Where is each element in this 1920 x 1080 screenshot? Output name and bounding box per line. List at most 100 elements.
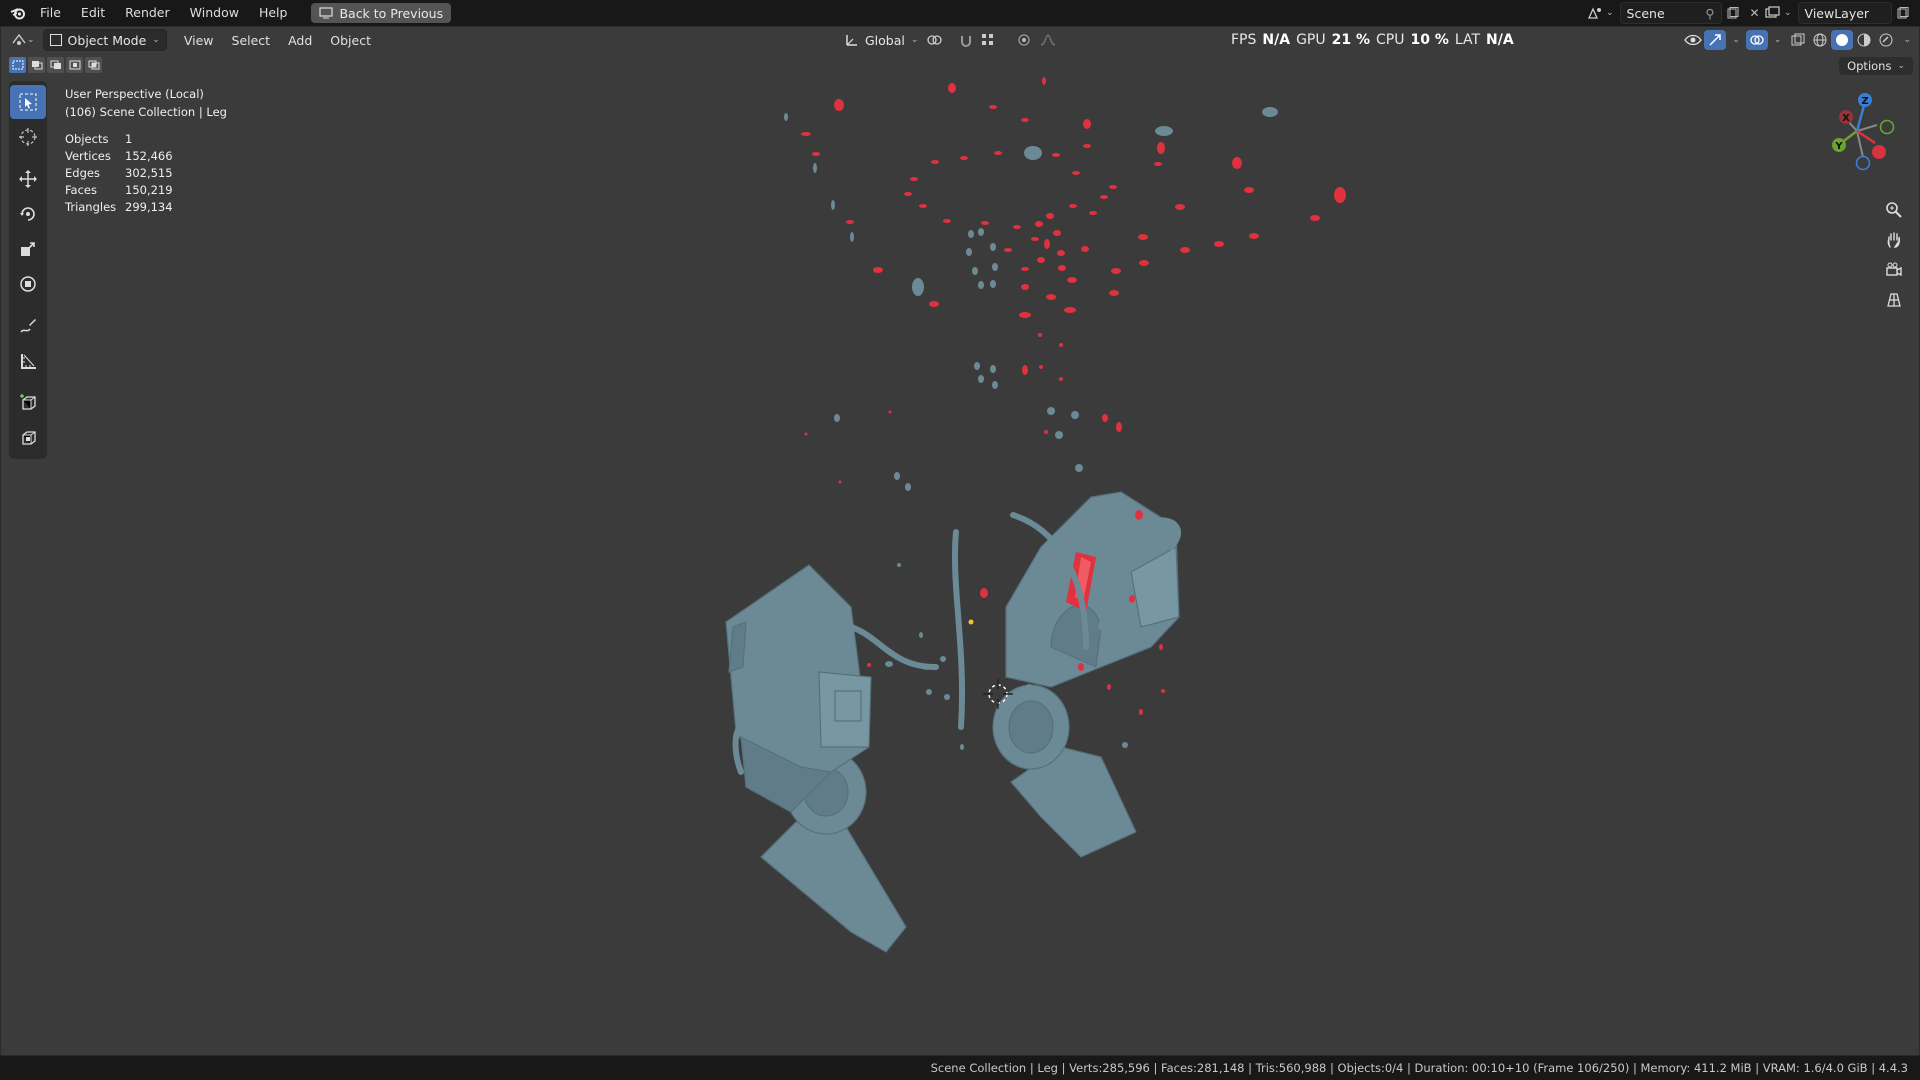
snap-grid-icon[interactable] [977,30,999,50]
scene-statistics: Objects 1 Vertices 152,466 Edges 302,515 Fa… [65,131,227,216]
selection-mode-buttons [9,57,102,73]
scene-name-field[interactable]: Scene ⚲ [1619,2,1722,24]
cpu-label: CPU [1376,32,1405,48]
lat-value: N/A [1486,32,1514,48]
new-view-layer-icon[interactable] [1892,3,1914,23]
menu-window[interactable]: Window [180,0,249,26]
menu-add[interactable]: Add [279,33,321,48]
view-name: User Perspective (Local) [65,87,204,101]
gizmo-toggle-icon[interactable] [1704,30,1727,50]
fps-value: N/A [1262,32,1291,48]
back-to-previous-button[interactable]: Back to Previous [311,3,452,23]
transform-tool-icon[interactable] [10,267,46,301]
options-dropdown[interactable]: Options ⌄ [1839,57,1913,75]
move-tool-icon[interactable] [10,162,46,196]
object-mode-dropdown[interactable]: Object Mode ⌄ [42,29,167,51]
rotate-tool-icon[interactable] [10,197,46,231]
stat-row: Objects 1 [65,131,227,148]
scene-name: Scene [1626,5,1665,21]
lat-label: LAT [1454,32,1481,48]
material-shading-icon[interactable] [1853,30,1875,50]
measure-tool-icon[interactable] [10,344,46,378]
xray-icon[interactable] [1787,30,1809,50]
chevron-down-icon: ⌄ [1784,8,1792,18]
menu-object[interactable]: Object [321,33,380,48]
solid-shading-icon[interactable] [1831,30,1854,50]
snap-toggle-icon[interactable] [955,30,977,50]
object-mode-label: Object Mode [67,32,147,48]
object-origin [968,619,974,625]
tool-shelf [9,81,47,459]
menu-select[interactable]: Select [223,33,280,48]
stat-value: 1 [125,132,133,146]
viewport-scene [725,77,1346,953]
menu-help[interactable]: Help [249,0,298,26]
viewport-header-right: ⌄ ⌄ ⌄ [1682,27,1919,53]
gizmo-y-label: Y [1834,141,1843,152]
chevron-down-icon: ⌄ [1732,35,1740,45]
add-cube-tool-icon[interactable] [10,386,46,420]
scene-icon[interactable] [1584,3,1606,23]
menu-file[interactable]: File [30,0,71,26]
chevron-down-icon: ⌄ [1606,8,1614,18]
zoom-icon[interactable] [1881,197,1907,223]
select-subtract-icon[interactable] [47,57,64,73]
transform-orientation-dropdown[interactable]: Global ⌄ [839,30,924,50]
3d-viewport[interactable]: ⌄ Object Mode ⌄ View Select Add Object G… [0,26,1920,1056]
select-new-icon[interactable] [9,57,26,73]
chevron-down-icon: ⌄ [910,35,919,45]
cpu-value: 10 % [1410,32,1449,48]
cursor-tool-icon[interactable] [10,120,46,154]
menu-render[interactable]: Render [115,0,180,26]
overlays-icon[interactable] [1745,30,1768,50]
object-mode-icon [49,34,62,46]
gizmo-z-label: Z [1861,96,1868,107]
new-scene-icon[interactable] [1722,3,1744,23]
select-box-tool-icon[interactable] [10,85,46,119]
stat-value: 299,134 [125,200,173,214]
view-layer-field[interactable]: ViewLayer [1797,2,1892,24]
gizmo-neg-y-axis [1879,119,1895,135]
stat-row: Edges 302,515 [65,165,227,182]
delete-view-layer-icon[interactable]: ✕ [1914,3,1920,23]
wireframe-shading-icon[interactable] [1809,30,1831,50]
select-extend-icon[interactable] [28,57,45,73]
visibility-icon[interactable] [1682,30,1704,50]
stat-label: Vertices [65,149,111,163]
add-object-tool-icon[interactable] [10,421,46,455]
stat-label: Faces [65,183,97,197]
gizmo-x-label: X [1842,113,1850,124]
blender-logo-icon[interactable] [6,0,30,26]
scene-selector[interactable]: ⌄ Scene ⚲ ✕ [1584,2,1766,24]
stat-value: 152,466 [125,149,173,163]
view-layer-name: ViewLayer [1804,5,1870,21]
stat-label: Triangles [65,200,117,214]
stat-label: Edges [65,166,100,180]
view-layer-icon[interactable] [1762,3,1784,23]
top-bar: File Edit Render Window Help Back to Pre… [0,0,1920,26]
select-intersect-icon[interactable] [85,57,102,73]
stat-label: Objects [65,132,109,146]
gpu-value: 21 % [1331,32,1370,48]
rendered-shading-icon[interactable] [1875,30,1897,50]
perspective-toggle-icon[interactable] [1881,287,1907,313]
menu-edit[interactable]: Edit [71,0,115,26]
chevron-down-icon: ⌄ [1897,61,1905,71]
view-layer-selector[interactable]: ⌄ ViewLayer ✕ [1762,2,1920,24]
annotate-tool-icon[interactable] [10,309,46,343]
stat-row: Faces 150,219 [65,182,227,199]
pivot-point-icon[interactable] [923,30,945,50]
viewport-header: ⌄ Object Mode ⌄ View Select Add Object G… [1,27,1919,53]
chevron-down-icon: ⌄ [1773,35,1782,45]
pin-icon[interactable]: ⚲ [1705,6,1714,21]
select-invert-icon[interactable] [66,57,83,73]
falloff-icon[interactable] [1037,30,1059,50]
camera-view-icon[interactable] [1881,257,1907,283]
navigation-buttons [1881,197,1907,313]
proportional-edit-icon[interactable] [1013,30,1035,50]
back-to-previous-label: Back to Previous [339,5,444,21]
pan-hand-icon[interactable] [1881,227,1907,253]
scale-tool-icon[interactable] [10,232,46,266]
menu-view[interactable]: View [175,33,223,48]
navigation-gizmo[interactable]: Z X Y [1821,85,1903,195]
